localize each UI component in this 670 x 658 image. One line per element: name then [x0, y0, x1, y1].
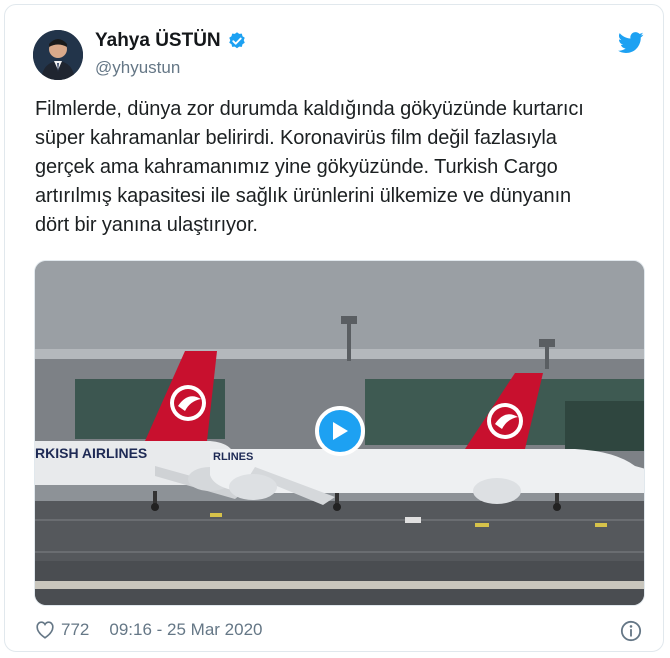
- airline-text: RKISH AIRLINES: [35, 445, 147, 461]
- twitter-bird-icon[interactable]: [618, 32, 644, 54]
- verified-badge-icon: [228, 32, 245, 49]
- author-name-row[interactable]: Yahya ÜSTÜN: [95, 30, 247, 52]
- play-icon: [333, 422, 348, 440]
- author-handle[interactable]: @yhyustun: [95, 58, 180, 78]
- author-name[interactable]: Yahya ÜSTÜN: [95, 30, 221, 52]
- heart-icon[interactable]: [35, 621, 55, 639]
- airline-text-2: RLINES: [213, 451, 253, 463]
- tweet-line: Filmlerde, dünya zor durumda kaldığında …: [35, 98, 584, 120]
- tweet-line: gerçek ama kahramanımız yine gökyüzünde.…: [35, 156, 558, 178]
- avatar[interactable]: [33, 30, 83, 80]
- tweet-line: artırılmış kapasitesi ile sağlık ürünler…: [35, 185, 572, 207]
- tweet-line: dört bir yanına ulaştırıyor.: [35, 214, 258, 236]
- timestamp[interactable]: 09:16 - 25 Mar 2020: [109, 620, 262, 640]
- like-count[interactable]: 772: [61, 620, 89, 640]
- info-icon[interactable]: [620, 620, 642, 642]
- play-button[interactable]: [315, 406, 365, 456]
- tweet-footer: 772 09:16 - 25 Mar 2020: [35, 620, 262, 640]
- tweet-text: Filmlerde, dünya zor durumda kaldığında …: [35, 95, 635, 240]
- avatar-photo: [33, 30, 83, 80]
- tweet-line: süper kahramanlar belirirdi. Koronavirüs…: [35, 127, 557, 149]
